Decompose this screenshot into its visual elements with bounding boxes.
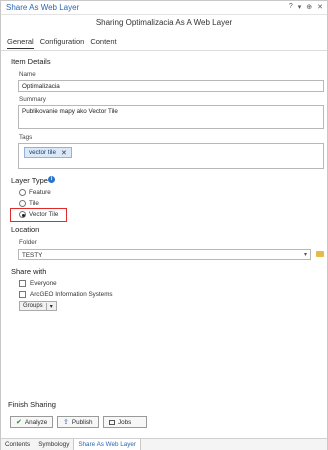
divider xyxy=(45,302,47,310)
groups-label: Groups xyxy=(23,303,43,309)
finish-sharing-heading: Finish Sharing xyxy=(8,400,56,409)
jobs-icon xyxy=(109,419,115,425)
jobs-button[interactable]: Jobs xyxy=(103,416,147,428)
window-controls: ? ▾ ⊕ ✕ xyxy=(289,3,323,11)
radio-feature[interactable]: Feature xyxy=(19,189,51,196)
jobs-label: Jobs xyxy=(118,418,132,426)
tab-share-as-web-layer[interactable]: Share As Web Layer xyxy=(73,439,141,450)
location-heading: Location xyxy=(11,225,40,234)
check-icon: ✔ xyxy=(16,419,22,426)
groups-dropdown-button[interactable]: Groups ▾ xyxy=(19,301,57,311)
checkbox-label: ArcGEO Information Systems xyxy=(30,291,113,298)
tab-configuration[interactable]: Configuration xyxy=(40,37,85,49)
checkbox[interactable] xyxy=(19,280,26,287)
pin-icon[interactable]: ⊕ xyxy=(306,3,312,11)
radio-tile[interactable]: Tile xyxy=(19,200,39,207)
tag-chip-label: vector tile xyxy=(29,149,56,156)
name-field[interactable]: Optimalizacia xyxy=(18,80,324,92)
radio-label: Feature xyxy=(29,189,51,196)
checkbox-everyone[interactable]: Everyone xyxy=(19,280,57,287)
summary-label: Summary xyxy=(19,96,46,103)
item-details-heading: Item Details xyxy=(11,57,51,66)
publish-label: Publish xyxy=(71,418,93,426)
summary-field[interactable]: Publikovanie mapy ako Vector Tile xyxy=(18,105,324,129)
checkbox-label: Everyone xyxy=(30,280,57,287)
analyze-label: Analyze xyxy=(24,418,48,426)
tab-divider xyxy=(1,50,327,51)
close-icon[interactable]: ✕ xyxy=(317,3,323,11)
remove-tag-icon[interactable]: ✕ xyxy=(61,149,67,157)
title-bar: Share As Web Layer ? ▾ ⊕ ✕ xyxy=(1,1,327,15)
share-with-heading: Share with xyxy=(11,267,47,276)
bottom-tab-bar: Contents Symbology Share As Web Layer xyxy=(1,438,327,450)
radio-button[interactable] xyxy=(19,200,26,207)
layer-type-heading: Layer Type xyxy=(11,176,48,185)
checkbox[interactable] xyxy=(19,291,26,298)
help-icon[interactable]: ? xyxy=(289,3,293,11)
folder-label: Folder xyxy=(19,239,37,246)
publish-button[interactable]: ⇪ Publish xyxy=(57,416,99,428)
info-icon[interactable]: i xyxy=(48,176,55,183)
publish-icon: ⇪ xyxy=(63,419,69,426)
folder-browse-icon[interactable] xyxy=(316,251,324,257)
share-pane: Share As Web Layer ? ▾ ⊕ ✕ Sharing Optim… xyxy=(0,0,328,450)
tab-bar: General Configuration Content xyxy=(7,37,117,49)
tags-label: Tags xyxy=(19,134,33,141)
folder-select[interactable]: TESTY ▾ xyxy=(18,249,311,260)
checkbox-organization[interactable]: ArcGEO Information Systems xyxy=(19,291,113,298)
name-label: Name xyxy=(19,71,36,78)
chevron-down-icon: ▾ xyxy=(303,252,307,258)
radio-label: Tile xyxy=(29,200,39,207)
radio-button[interactable] xyxy=(19,189,26,196)
chevron-down-icon: ▾ xyxy=(49,303,53,310)
options-dropdown-icon[interactable]: ▾ xyxy=(298,3,302,11)
tab-contents[interactable]: Contents xyxy=(1,439,34,450)
page-subtitle: Sharing Optimalizacia As A Web Layer xyxy=(95,18,233,27)
annotation-highlight-box xyxy=(10,208,67,222)
analyze-button[interactable]: ✔ Analyze xyxy=(10,416,54,428)
tab-symbology[interactable]: Symbology xyxy=(34,439,73,450)
folder-select-value: TESTY xyxy=(22,252,43,259)
tag-chip: vector tile ✕ xyxy=(24,147,72,158)
pane-title: Share As Web Layer xyxy=(6,3,80,12)
tab-general[interactable]: General xyxy=(7,37,34,49)
tab-content[interactable]: Content xyxy=(90,37,116,49)
